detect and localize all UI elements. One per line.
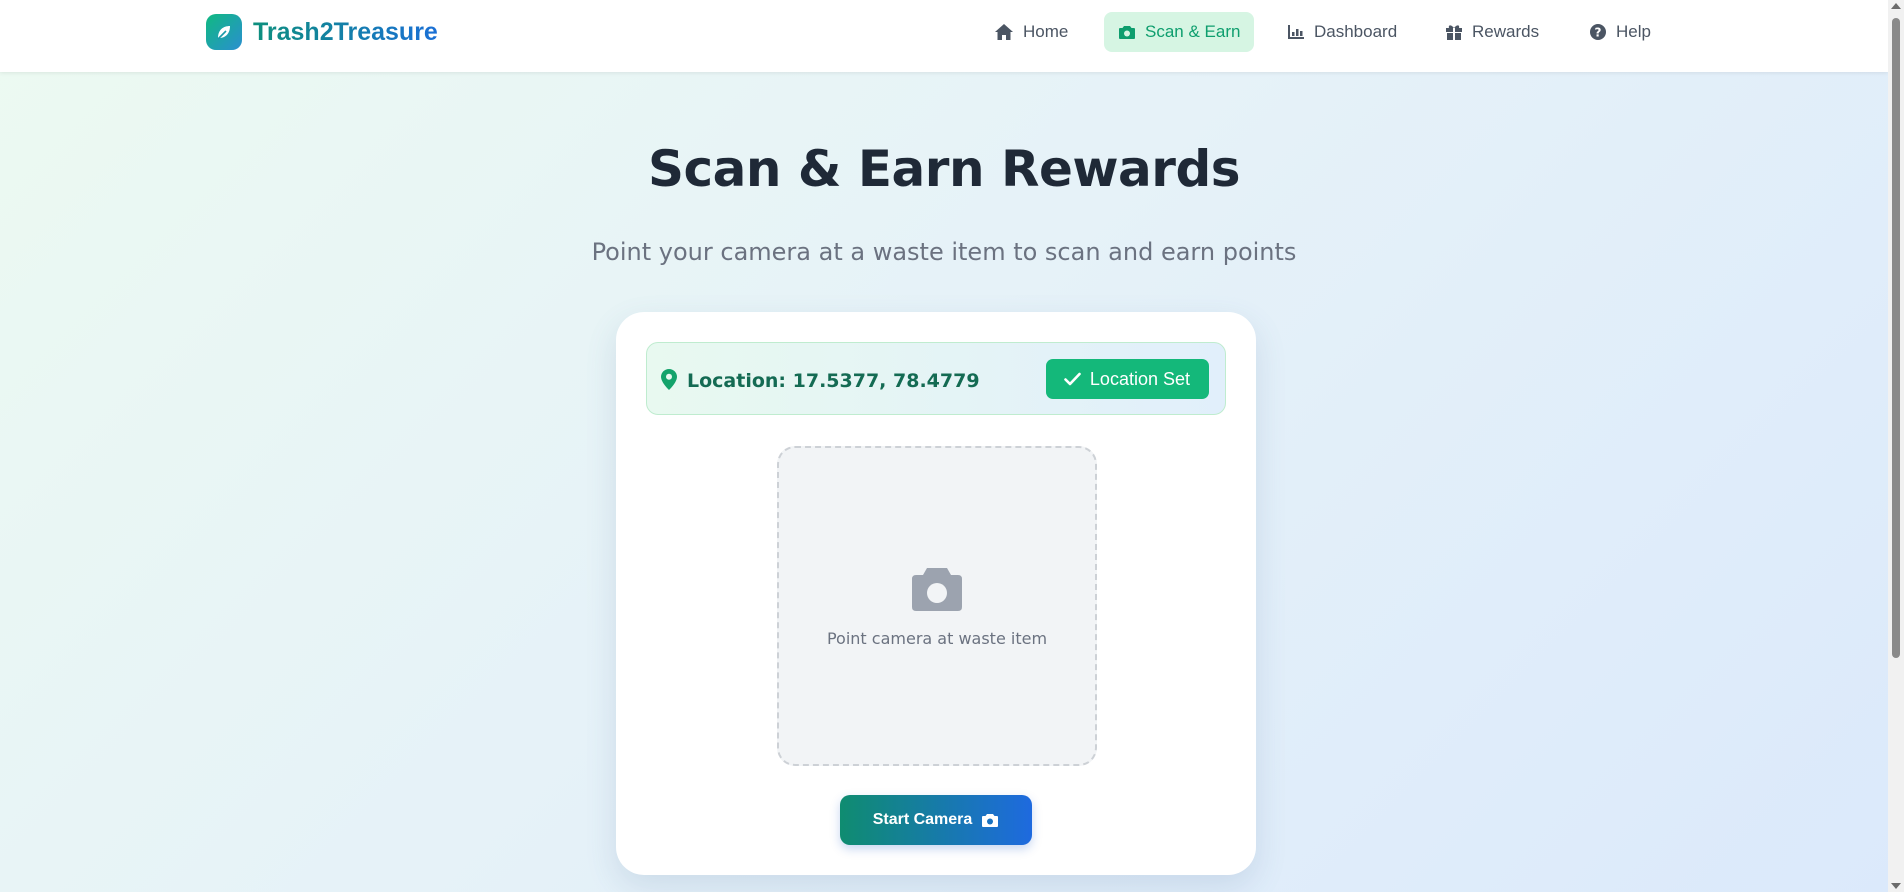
nav-item-scan-earn[interactable]: Scan & Earn — [1104, 12, 1255, 52]
location-bar: Location: 17.5377, 78.4779 Location Set — [646, 342, 1226, 415]
start-camera-label: Start Camera — [872, 811, 973, 828]
camera-placeholder-icon — [912, 568, 962, 611]
nav-item-rewards[interactable]: Rewards — [1431, 12, 1553, 52]
nav-item-help[interactable]: ? Help — [1575, 12, 1665, 52]
map-pin-icon — [661, 369, 677, 390]
gift-icon — [1446, 25, 1462, 40]
svg-text:?: ? — [1595, 26, 1602, 40]
top-navbar: Trash2Treasure Home Scan & Earn Dashboar… — [0, 0, 1888, 72]
page-title: Scan & Earn Rewards — [647, 140, 1241, 198]
scan-card: Location: 17.5377, 78.4779 Location Set … — [616, 312, 1256, 875]
start-camera-button[interactable]: Start Camera — [840, 795, 1032, 845]
scroll-down-arrow-icon[interactable] — [1891, 883, 1901, 889]
nav-label-dashboard: Dashboard — [1314, 22, 1398, 41]
nav-label-help: Help — [1616, 22, 1651, 41]
scroll-up-arrow-icon[interactable] — [1891, 3, 1901, 9]
location-set-label: Location Set — [1089, 368, 1190, 389]
location-text: Location: 17.5377, 78.4779 — [687, 370, 980, 392]
chart-icon — [1288, 25, 1304, 39]
nav-label-scan-earn: Scan & Earn — [1145, 22, 1241, 41]
nav-label-home: Home — [1023, 22, 1069, 41]
nav-label-rewards: Rewards — [1472, 22, 1540, 41]
camera-icon — [1119, 26, 1135, 39]
nav-item-dashboard[interactable]: Dashboard — [1273, 12, 1411, 52]
camera-icon — [982, 814, 999, 827]
page-subtitle: Point your camera at a waste item to sca… — [591, 238, 1297, 266]
nav-item-home[interactable]: Home — [980, 12, 1082, 52]
main-nav: Home Scan & Earn Dashboard Rewards ? Hel… — [0, 12, 1888, 52]
camera-hint: Point camera at waste item — [826, 629, 1048, 648]
home-icon — [995, 24, 1013, 40]
location-set-button[interactable]: Location Set — [1045, 359, 1209, 399]
page-scrollbar[interactable] — [1888, 0, 1904, 892]
camera-preview[interactable]: Point camera at waste item — [777, 446, 1097, 766]
scrollbar-thumb[interactable] — [1892, 18, 1900, 658]
question-icon: ? — [1590, 24, 1606, 40]
check-icon — [1064, 372, 1081, 386]
